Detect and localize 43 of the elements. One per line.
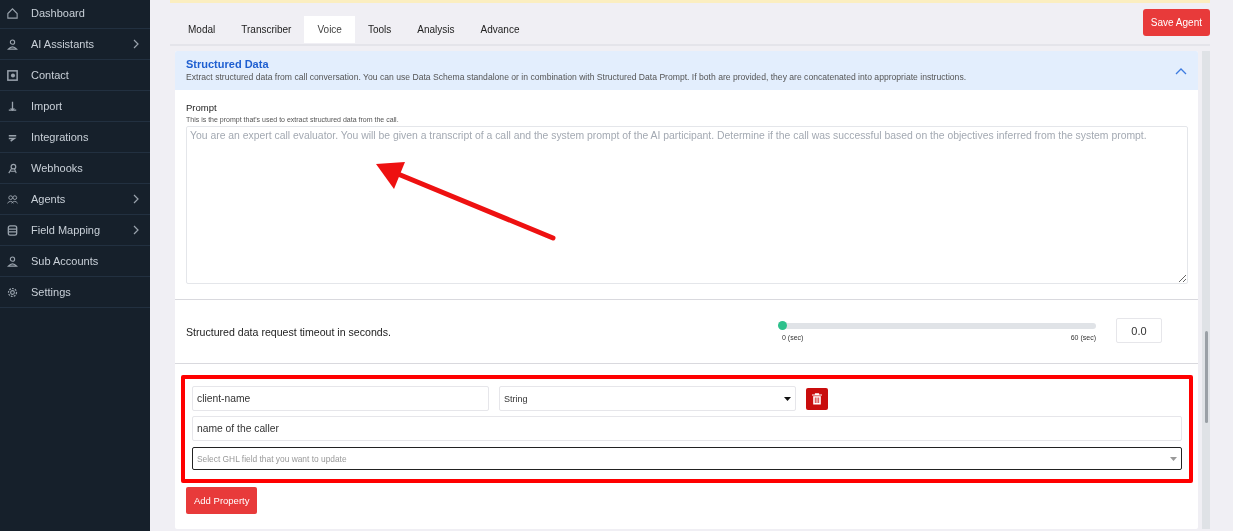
- description-field[interactable]: name of the caller: [192, 416, 1182, 441]
- users-icon: [6, 192, 19, 206]
- slider-thumb[interactable]: [778, 321, 787, 330]
- chevron-up-icon[interactable]: [1175, 68, 1187, 75]
- sidebar-item[interactable]: Sub Accounts: [0, 246, 150, 277]
- save-button[interactable]: Save Agent: [1142, 9, 1210, 36]
- prompt-textarea[interactable]: You are an expert call evaluator. You will be given a transcript of a call and the system prompt of the AI participant. Determine if the call was successful based on the objectives inferred from the system prompt.: [186, 126, 1188, 284]
- webhook-icon: [6, 161, 19, 175]
- user-icon: [6, 37, 19, 51]
- download-icon: [6, 99, 19, 113]
- tab[interactable]: Tools: [354, 16, 405, 43]
- section-description: Extract structured data from call conversation. You can use Data Schema standalone or in combination with Structured Data Prompt. If both are provided, they are concatenated into appropriate instructions.: [186, 72, 967, 82]
- type-dropdown[interactable]: String: [499, 386, 796, 411]
- sidebar-item[interactable]: Import: [0, 91, 150, 122]
- sidebar-item[interactable]: Contact: [0, 60, 150, 91]
- sidebar-item[interactable]: Agents: [0, 184, 150, 215]
- tab[interactable]: Analysis: [404, 16, 468, 43]
- delete-button[interactable]: [806, 387, 828, 410]
- sidebar-item[interactable]: Webhooks: [0, 153, 150, 184]
- timeout-label: Structured data request timeout in seconds.: [186, 325, 392, 338]
- section-title: Structured Data: [186, 58, 270, 70]
- tab[interactable]: Advance: [467, 16, 533, 43]
- caret-icon: [784, 396, 791, 401]
- contact-card-icon: [6, 68, 19, 82]
- tab[interactable]: Modal: [175, 16, 229, 43]
- field-label: Prompt: [186, 102, 218, 113]
- property-name-field[interactable]: client-name: [192, 386, 489, 411]
- tab[interactable]: Transcriber: [228, 16, 305, 43]
- timeout-value-field[interactable]: 0.0: [1116, 318, 1162, 343]
- database-icon: [6, 223, 19, 237]
- sidebar-item[interactable]: AI Assistants: [0, 29, 150, 60]
- caret-icon: [1170, 456, 1177, 461]
- add-property-button[interactable]: Add Property: [186, 487, 258, 514]
- home-icon: [6, 6, 19, 20]
- tab[interactable]: Voice: [304, 16, 355, 43]
- sidebar-item[interactable]: Settings: [0, 277, 150, 308]
- user-icon: [6, 254, 19, 268]
- sidebar-item[interactable]: Dashboard: [0, 0, 150, 29]
- sidebar-item[interactable]: Field Mapping: [0, 215, 150, 246]
- settings-icon: [6, 285, 19, 299]
- section-header[interactable]: [175, 51, 1198, 90]
- sidebar-item[interactable]: Integrations: [0, 122, 150, 153]
- trash-icon: [812, 392, 822, 405]
